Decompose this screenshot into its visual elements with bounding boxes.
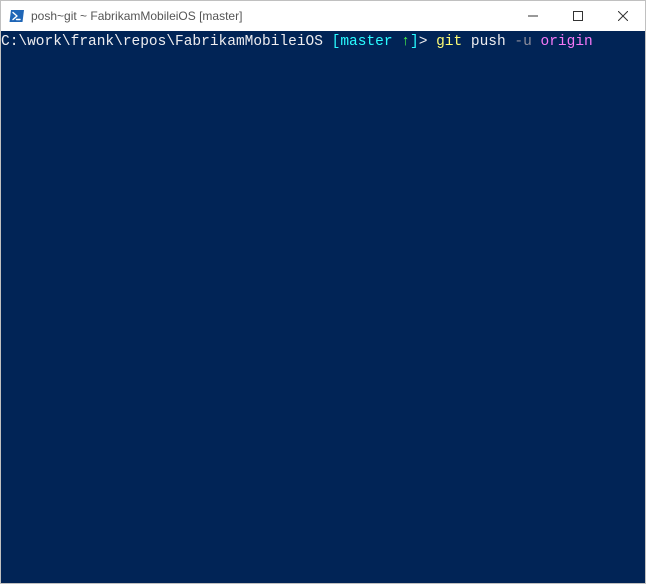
prompt-path: C:\work\frank\repos\FabrikamMobileiOS	[1, 34, 332, 50]
minimize-button[interactable]	[510, 1, 555, 31]
command-flag: -u	[514, 34, 531, 50]
window-frame: posh~git ~ FabrikamMobileiOS [master] C:…	[0, 0, 646, 584]
terminal-area[interactable]: C:\work\frank\repos\FabrikamMobileiOS [m…	[1, 31, 645, 583]
close-button[interactable]	[600, 1, 645, 31]
maximize-button[interactable]	[555, 1, 600, 31]
titlebar-left: posh~git ~ FabrikamMobileiOS [master]	[9, 8, 242, 24]
command-remote: origin	[541, 34, 593, 50]
prompt-branch-close: ]	[410, 34, 419, 50]
prompt-gt: >	[419, 34, 428, 50]
prompt-branch-name: master	[340, 34, 401, 50]
command-git: git	[436, 34, 462, 50]
prompt-branch-arrow: ↑	[401, 34, 410, 50]
window-controls	[510, 1, 645, 31]
window-title: posh~git ~ FabrikamMobileiOS [master]	[31, 9, 242, 23]
command-push: push	[471, 34, 506, 50]
powershell-icon	[9, 8, 25, 24]
titlebar[interactable]: posh~git ~ FabrikamMobileiOS [master]	[1, 1, 645, 31]
